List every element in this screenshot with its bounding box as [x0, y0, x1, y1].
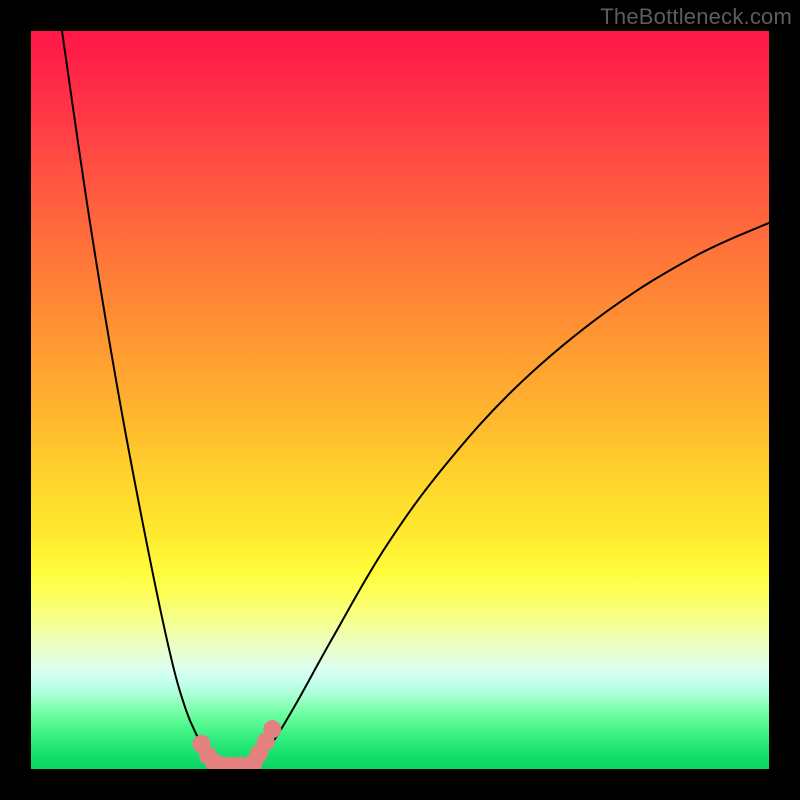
- chart-svg: [31, 31, 769, 769]
- curve-left: [62, 31, 216, 766]
- curve-right: [252, 223, 769, 766]
- plot-area: [31, 31, 769, 769]
- marker-right-point: [263, 720, 281, 738]
- series-layer: [62, 31, 769, 769]
- outer-frame: TheBottleneck.com: [0, 0, 800, 800]
- watermark-text: TheBottleneck.com: [600, 4, 792, 30]
